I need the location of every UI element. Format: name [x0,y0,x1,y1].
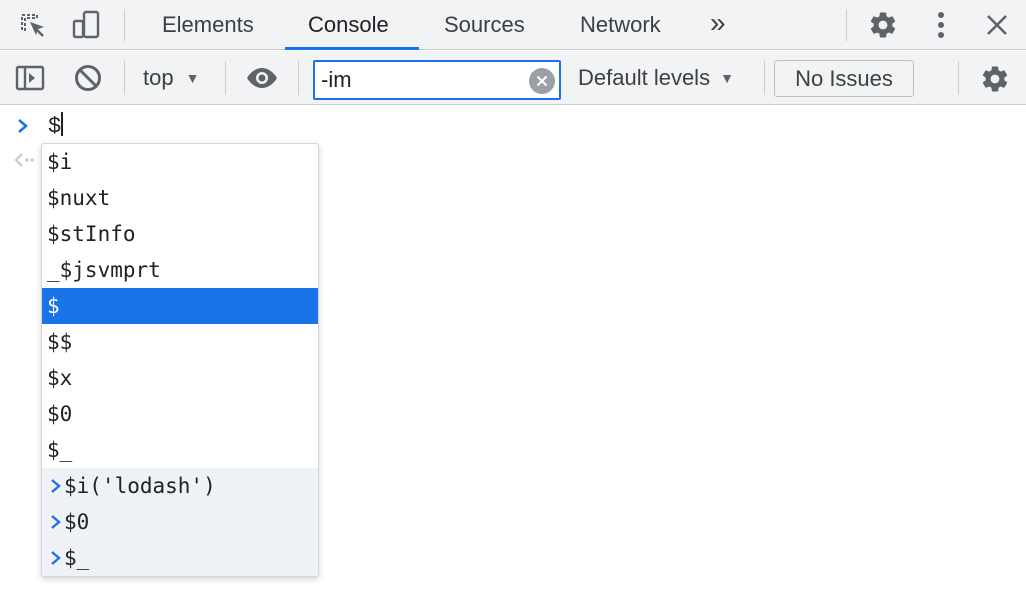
close-icon[interactable] [980,8,1014,42]
issues-label: No Issues [795,65,893,91]
suggestion-item[interactable]: $_ [42,432,318,468]
toolbar-divider [298,61,299,95]
toolbar-divider [124,9,125,41]
inspect-element-icon[interactable] [16,9,50,43]
devtools-tab-bar: Elements Console Sources Network » [0,0,1026,50]
settings-icon[interactable] [866,8,900,42]
tab-elements[interactable]: Elements [160,0,256,50]
console-settings-icon[interactable] [978,62,1012,96]
toolbar-divider [124,61,125,95]
history-suggestion-item[interactable]: $0 [42,504,318,540]
history-chevron-icon [50,550,62,566]
history-chevron-icon [50,478,62,494]
suggestion-item[interactable]: $x [42,360,318,396]
clear-console-icon[interactable] [72,62,104,94]
history-suggestion-item[interactable]: $_ [42,540,318,576]
history-suggestion-text: $i('lodash') [64,474,216,498]
autocomplete-popup: $i $nuxt $stInfo _$jsvmprt $ $$ $x $0 $_… [41,143,319,577]
suggestion-item-selected[interactable]: $ [42,288,318,324]
issues-button[interactable]: No Issues [774,60,914,97]
toolbar-divider [958,61,959,95]
filter-input[interactable] [321,65,521,95]
clear-filter-icon[interactable] [529,68,555,94]
tab-console[interactable]: Console [306,0,391,50]
text-cursor [61,112,64,136]
history-suggestion-text: $0 [64,510,90,534]
toolbar-divider [846,9,847,41]
history-chevron-icon [50,514,62,530]
tab-sources[interactable]: Sources [442,0,527,50]
log-levels-dropdown[interactable]: Default levels ▼ [578,51,734,105]
live-expression-eye-icon[interactable] [244,63,280,93]
toolbar-divider [225,61,226,95]
suggestion-item[interactable]: $nuxt [42,180,318,216]
suggestion-item[interactable]: _$jsvmprt [42,252,318,288]
suggestion-item[interactable]: $0 [42,396,318,432]
result-arrow-icon [14,153,34,172]
suggestion-item[interactable]: $stInfo [42,216,318,252]
caret-down-icon: ▼ [720,70,734,86]
history-suggestion-text: $_ [64,546,90,570]
device-toolbar-icon[interactable] [70,8,104,42]
suggestion-item[interactable]: $i [42,144,318,180]
sidebar-toggle-icon[interactable] [14,63,46,93]
toolbar-divider [764,61,765,95]
suggestion-item[interactable]: $$ [42,324,318,360]
tab-network[interactable]: Network [578,0,663,50]
context-selector[interactable]: top ▼ [143,51,199,105]
more-vert-icon[interactable] [926,8,956,42]
caret-down-icon: ▼ [185,70,200,86]
console-prompt-input[interactable]: $ [48,112,64,141]
history-suggestion-item[interactable]: $i('lodash') [42,468,318,504]
context-selector-label: top [143,65,174,90]
prompt-chevron-icon [16,118,30,139]
console-toolbar: top ▼ Default levels ▼ No Issues [0,51,1026,105]
prompt-text: $ [48,114,62,139]
console-filter-field[interactable] [313,60,561,100]
active-tab-indicator [285,47,419,50]
more-tabs-button[interactable]: » [708,0,728,48]
log-levels-label: Default levels [578,65,711,90]
